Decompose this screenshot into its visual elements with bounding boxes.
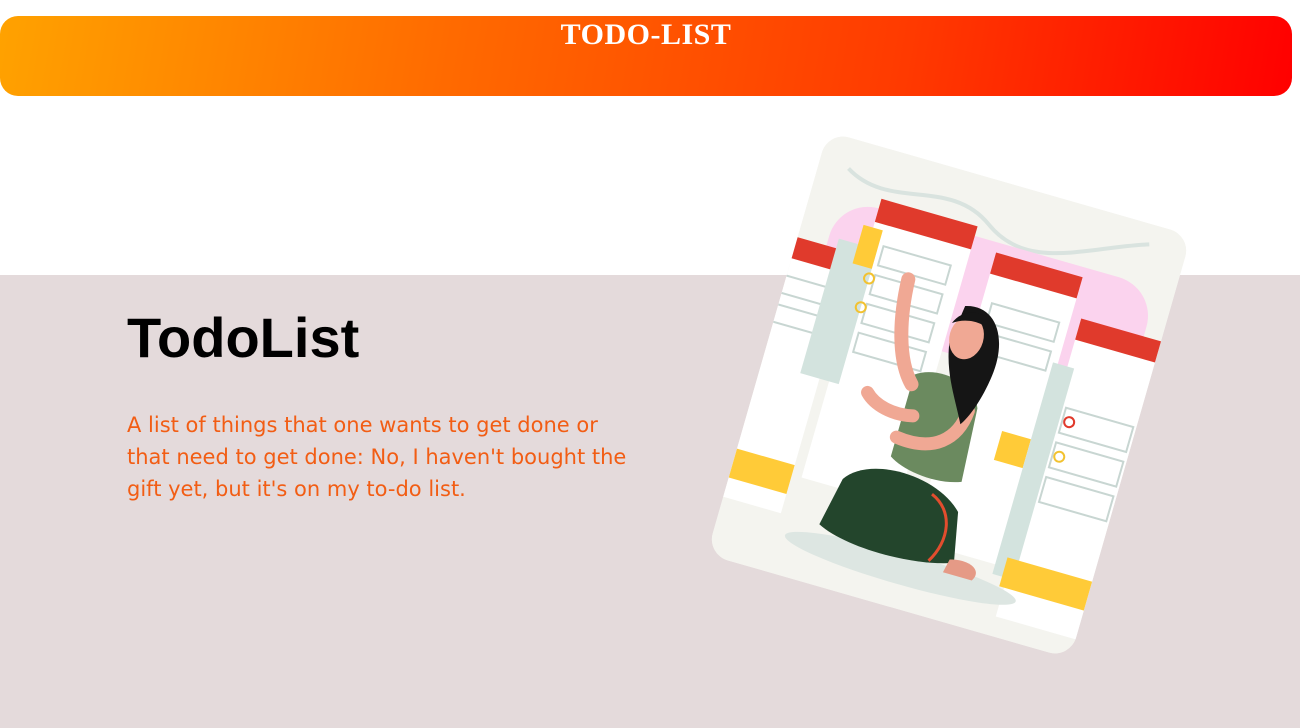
header-title: TODO-LIST	[560, 18, 732, 51]
hero-description: A list of things that one wants to get d…	[127, 413, 627, 501]
hero-title: TodoList	[127, 306, 360, 369]
header-bar: TODO-LIST	[0, 16, 1292, 96]
